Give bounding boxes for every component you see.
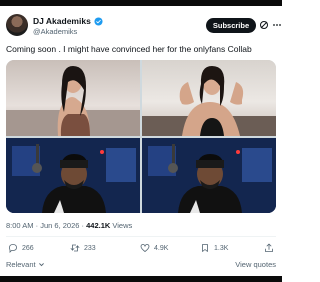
tweet-date[interactable]: Jun 6, 2026 <box>40 221 79 230</box>
author-name-row: DJ Akademiks <box>33 16 103 26</box>
subscribe-button[interactable]: Subscribe <box>206 18 256 33</box>
chevron-down-icon <box>38 263 44 267</box>
like-button[interactable]: 4.9K <box>140 243 168 253</box>
like-count: 4.9K <box>154 244 169 252</box>
media-photo-3[interactable] <box>6 138 140 213</box>
media-grid[interactable] <box>6 60 276 213</box>
more-options-icon[interactable] <box>272 21 282 29</box>
photo-man-studio-1 <box>6 138 140 213</box>
photo-woman-2 <box>142 66 276 136</box>
repost-count: 233 <box>84 244 96 252</box>
bookmark-icon <box>202 244 208 252</box>
bookmark-button[interactable]: 1.3K <box>200 243 228 253</box>
sort-label: Relevant <box>6 260 36 269</box>
reply-count: 266 <box>22 244 34 252</box>
bookmark-count: 1.3K <box>214 244 229 252</box>
reply-icon <box>9 244 17 253</box>
media-photo-4[interactable] <box>142 138 276 213</box>
grok-icon[interactable] <box>259 20 269 30</box>
media-photo-1[interactable] <box>6 60 140 136</box>
sort-relevant-dropdown[interactable]: Relevant <box>6 260 45 269</box>
views-count: 442.1K <box>86 221 111 230</box>
views-label: Views <box>112 221 133 230</box>
view-quotes-link[interactable]: View quotes <box>235 260 276 269</box>
author-name[interactable]: DJ Akademiks <box>33 16 91 26</box>
action-bar: 266 233 4.9K 1.3K <box>6 243 276 255</box>
tweet-time[interactable]: 8:00 AM <box>6 221 34 230</box>
reply-button[interactable]: 266 <box>8 243 34 253</box>
tweet-timestamp: 8:00 AM · Jun 6, 2026 · 442.1K Views <box>6 221 132 230</box>
share-icon <box>265 243 273 252</box>
media-photo-2[interactable] <box>142 60 276 136</box>
heart-icon <box>140 244 150 253</box>
replies-footer: Relevant View quotes <box>6 260 276 272</box>
author-handle[interactable]: @Akademiks <box>33 27 77 36</box>
photo-woman-1 <box>6 66 140 136</box>
top-edge <box>0 0 282 6</box>
tweet-header: DJ Akademiks @Akademiks Subscribe <box>6 14 281 40</box>
avatar[interactable] <box>6 14 28 36</box>
repost-button[interactable]: 233 <box>70 243 96 253</box>
divider-top <box>6 236 276 237</box>
tweet-text: Coming soon . I might have convinced her… <box>6 44 252 54</box>
verified-badge-icon <box>94 16 103 26</box>
photo-man-studio-2 <box>142 138 276 213</box>
repost-icon <box>70 244 80 252</box>
share-button[interactable] <box>264 243 274 253</box>
bottom-edge <box>0 276 282 282</box>
